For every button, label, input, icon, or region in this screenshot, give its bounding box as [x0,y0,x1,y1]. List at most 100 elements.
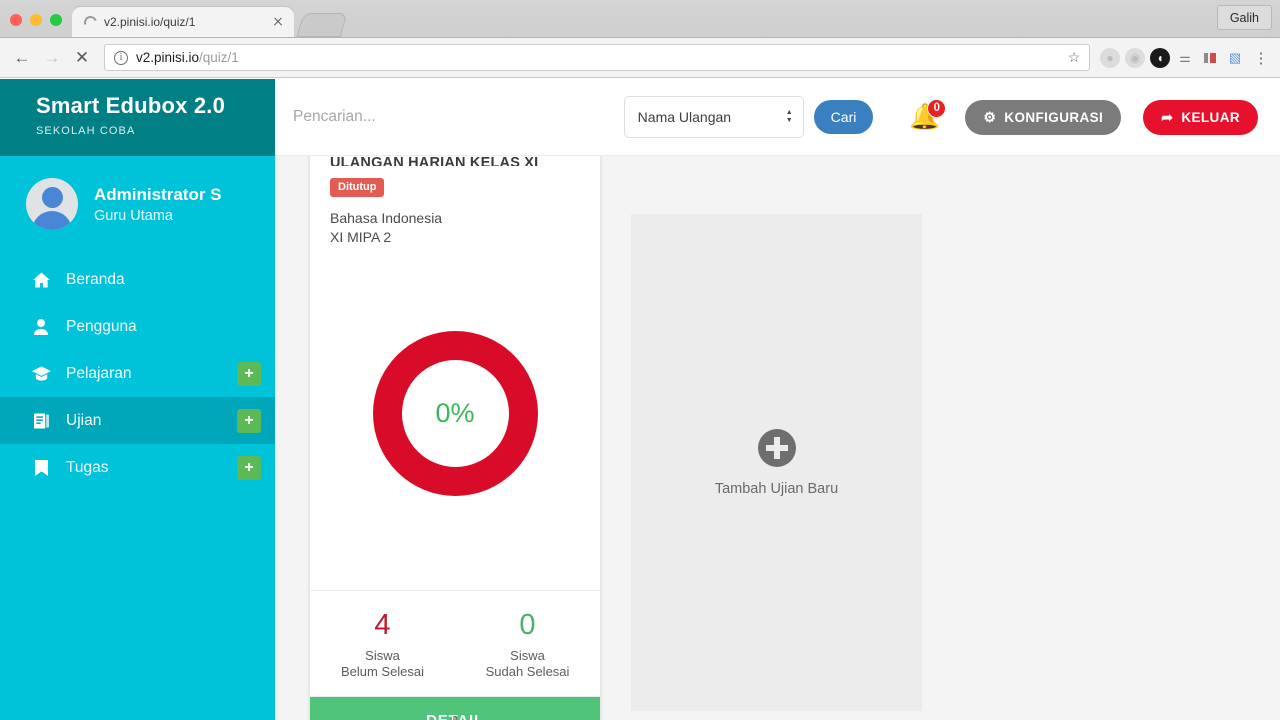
sidebar-item-label: Beranda [66,270,125,288]
topbar: Nama Ulangan ▲▼ Cari 🔔 0 ⚙ KONFIGURASI ➦ [275,79,1280,156]
address-bar-url: v2.pinisi.io/quiz/1 [136,50,1065,65]
extension-2-icon[interactable]: ◉ [1125,47,1145,68]
stat-belum-selesai: 4 Siswa Belum Selesai [310,609,455,680]
tab-close-icon[interactable] [270,14,286,30]
notifications-button[interactable]: 🔔 0 [909,98,947,130]
quiz-card-header: ULANGAN HARIAN KELAS XI Ditutup Bahasa I… [310,156,600,246]
content-area: ULANGAN HARIAN KELAS XI Ditutup Bahasa I… [275,156,1280,720]
stop-x-icon[interactable]: ✕ [68,44,96,72]
progress-donut-chart: 0% [310,246,600,591]
search-field-select[interactable]: Nama Ulangan ▲ ▼ [623,96,804,138]
browser-tab-inactive[interactable] [296,13,348,37]
user-icon [30,318,52,335]
plus-circle-icon [757,428,796,467]
stat-sudah-selesai: 0 Siswa Sudah Selesai [455,609,600,680]
brand-subtitle: SEKOLAH COBA [36,125,136,137]
search-field-select-value: Nama Ulangan [637,109,732,125]
stat-value: 4 [374,609,391,641]
address-bar[interactable]: i v2.pinisi.io/quiz/1 ☆ [104,44,1090,71]
browser-tabstrip: v2.pinisi.io/quiz/1 Galih [0,0,1280,38]
sidebar-item-label: Ujian [66,411,102,429]
avatar [26,178,78,230]
sidebar-item-beranda[interactable]: Beranda [0,256,275,303]
quiz-stats: 4 Siswa Belum Selesai 0 Siswa Sudah Sele… [310,591,600,697]
star-icon[interactable]: ☆ [1065,49,1083,66]
quiz-title: ULANGAN HARIAN KELAS XI [330,156,539,166]
sidebar-menu: Beranda Pengguna Pelajaran + Ujian + Tug… [0,256,275,491]
maximize-window-button[interactable] [50,14,62,26]
browser-profile-chip[interactable]: Galih [1216,5,1272,30]
detail-button-label: DETAIL [426,711,484,720]
extension-panel-icon[interactable] [1200,48,1220,68]
detail-button[interactable]: DETAIL [310,697,600,720]
sidebar: Smart Edubox 2.0 SEKOLAH COBA Administra… [0,79,275,720]
sidebar-user-profile[interactable]: Administrator S Guru Utama [0,156,275,256]
status-badge: Ditutup [330,178,385,197]
extension-network-icon[interactable]: ⚌ [1175,48,1195,68]
site-info-icon[interactable]: i [114,50,128,65]
extension-1-icon[interactable]: ● [1100,47,1120,68]
bookmark-icon [30,459,52,476]
sidebar-item-label: Pelajaran [66,364,132,382]
profile-role: Guru Utama [94,207,173,224]
stat-label-line2: Belum Selesai [340,664,425,679]
close-window-button[interactable] [10,14,22,26]
app-viewport: Smart Edubox 2.0 SEKOLAH COBA Administra… [0,79,1280,720]
main-area: Nama Ulangan ▲▼ Cari 🔔 0 ⚙ KONFIGURASI ➦ [275,79,1280,720]
keluar-button[interactable]: ➦ KELUAR [1143,99,1258,135]
sidebar-item-ujian[interactable]: Ujian + [0,397,275,444]
search-input[interactable] [291,108,624,126]
add-exam-label: Tambah Ujian Baru [714,480,839,497]
brand-title: Smart Edubox 2.0 [36,93,226,118]
sidebar-add-ujian-button[interactable]: + [237,408,261,433]
sidebar-add-tugas-button[interactable]: + [237,455,261,480]
extension-contrast-icon[interactable]: ◖ [1150,47,1170,68]
kebab-menu-icon[interactable]: ⋮ [1250,49,1272,67]
sidebar-item-pengguna[interactable]: Pengguna [0,303,275,350]
url-path: /quiz/1 [199,50,239,65]
konfigurasi-label: KONFIGURASI [1004,109,1104,125]
quiz-class: XI MIPA 2 [330,228,392,245]
forward-arrow-icon: → [43,47,61,67]
sidebar-item-tugas[interactable]: Tugas + [0,444,275,491]
tab-loading-spinner-icon [81,13,100,31]
url-host: v2.pinisi.io [136,50,200,65]
tab-title: v2.pinisi.io/quiz/1 [104,15,196,29]
window-traffic-lights [0,14,72,37]
gear-icon: ⚙ [983,108,997,125]
donut-ring: 0% [372,330,538,496]
extension-blue-icon[interactable]: ▧ [1225,48,1245,68]
sign-out-icon: ➦ [1161,108,1174,125]
stat-label-line1: Siswa [365,648,400,663]
konfigurasi-button[interactable]: ⚙ KONFIGURASI [965,99,1122,135]
keluar-label: KELUAR [1181,109,1240,125]
home-icon [30,271,52,288]
search-button[interactable]: Cari [813,100,874,134]
profile-name: Administrator S [94,184,222,204]
sidebar-item-pelajaran[interactable]: Pelajaran + [0,350,275,397]
sidebar-item-label: Tugas [66,458,109,476]
notification-count-badge: 0 [927,98,947,118]
quiz-subject: Bahasa Indonesia [330,210,443,226]
quiz-card[interactable]: ULANGAN HARIAN KELAS XI Ditutup Bahasa I… [309,156,601,720]
stat-label: Siswa Belum Selesai [310,648,455,680]
minimize-window-button[interactable] [30,14,42,26]
stat-label: Siswa Sudah Selesai [455,648,600,680]
back-arrow-icon[interactable]: ← [8,44,36,72]
browser-window: v2.pinisi.io/quiz/1 Galih ← → ✕ i v2.pin… [0,0,1280,720]
extension-icons: ● ◉ ◖ ⚌ ▧ ⋮ [1096,47,1272,68]
brand-block: Smart Edubox 2.0 SEKOLAH COBA [0,79,275,156]
stat-label-line1: Siswa [510,648,545,663]
browser-toolbar: ← → ✕ i v2.pinisi.io/quiz/1 ☆ ● ◉ ◖ ⚌ ▧ … [0,38,1280,78]
book-icon [30,413,52,429]
browser-tab-active[interactable]: v2.pinisi.io/quiz/1 [72,7,294,37]
panel-glyph [1204,52,1216,63]
quiz-meta: Bahasa Indonesia XI MIPA 2 [330,209,580,246]
sidebar-add-pelajaran-button[interactable]: + [237,361,261,386]
graduation-cap-icon [30,366,52,381]
add-exam-panel[interactable]: Tambah Ujian Baru [631,214,922,711]
stat-label-line2: Sudah Selesai [485,664,570,679]
donut-percent-label: 0% [435,397,475,428]
chevron-updown-icon: ▲ ▼ [785,109,793,124]
sidebar-item-label: Pengguna [66,317,137,335]
